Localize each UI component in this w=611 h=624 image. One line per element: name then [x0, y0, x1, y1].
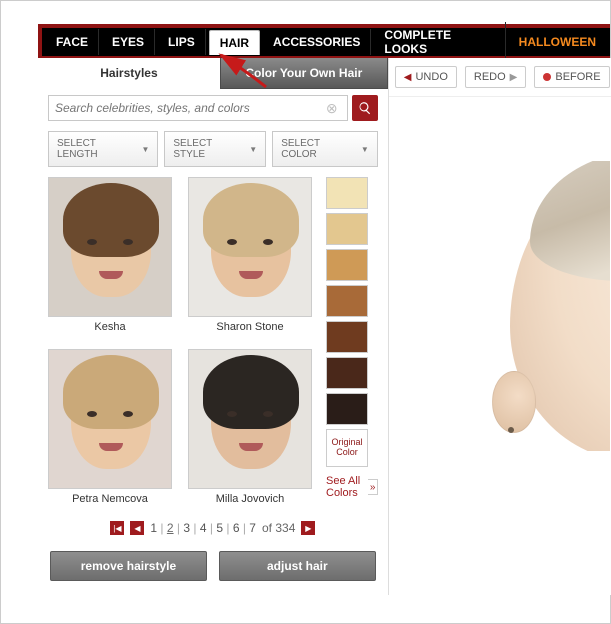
- search-clear-icon[interactable]: ⊗: [323, 100, 341, 117]
- thumbnail-caption: Petra Nemcova: [48, 493, 172, 505]
- preview-head: [490, 161, 610, 451]
- page-number[interactable]: 6: [233, 521, 240, 535]
- search-input[interactable]: ⊗: [48, 95, 348, 121]
- search-field[interactable]: [55, 101, 323, 115]
- see-all-colors[interactable]: See All Colors »: [326, 475, 378, 499]
- tab-accessories[interactable]: ACCESSORIES: [263, 29, 371, 55]
- redo-button[interactable]: REDO▶: [465, 66, 526, 88]
- thumbnail-caption: Sharon Stone: [188, 321, 312, 333]
- subtab-hairstyles[interactable]: Hairstyles: [38, 58, 220, 89]
- chevron-down-icon: ▼: [141, 145, 149, 154]
- page-number[interactable]: 4: [200, 521, 207, 535]
- color-swatch[interactable]: [326, 357, 368, 389]
- select-style[interactable]: SELECT STYLE▼: [164, 131, 266, 167]
- select-length[interactable]: SELECT LENGTH▼: [48, 131, 158, 167]
- color-swatch[interactable]: [326, 393, 368, 425]
- thumbnail-caption: Kesha: [48, 321, 172, 333]
- tab-complete-looks[interactable]: COMPLETE LOOKS: [374, 22, 505, 62]
- chevron-down-icon: ▼: [361, 145, 369, 154]
- color-swatch[interactable]: [326, 177, 368, 209]
- chevron-left-icon: ◀: [404, 72, 412, 83]
- subtab-color-your-own[interactable]: Color Your Own Hair: [220, 58, 388, 89]
- color-swatch[interactable]: [326, 249, 368, 281]
- adjust-hair-button[interactable]: adjust hair: [219, 551, 376, 581]
- color-swatch[interactable]: [326, 285, 368, 317]
- chevron-right-icon: ▶: [510, 72, 518, 83]
- select-color[interactable]: SELECT COLOR▼: [272, 131, 378, 167]
- page-first[interactable]: |◀: [110, 521, 124, 535]
- undo-button[interactable]: ◀UNDO: [395, 66, 457, 88]
- chevron-down-icon: ▼: [249, 145, 257, 154]
- page-next[interactable]: ▶: [301, 521, 315, 535]
- hairstyle-thumbnail[interactable]: Sharon Stone: [188, 177, 312, 333]
- tab-lips[interactable]: LIPS: [158, 29, 206, 55]
- arrow-right-icon: »: [368, 479, 377, 495]
- page-number[interactable]: 7: [249, 521, 256, 535]
- page-number[interactable]: 2: [167, 521, 174, 535]
- search-button[interactable]: [352, 95, 378, 121]
- thumbnail-caption: Milla Jovovich: [188, 493, 312, 505]
- before-toggle[interactable]: BEFORE: [534, 66, 609, 88]
- tab-eyes[interactable]: EYES: [102, 29, 155, 55]
- color-swatch[interactable]: [326, 213, 368, 245]
- original-color[interactable]: Original Color: [326, 429, 368, 467]
- tab-face[interactable]: FACE: [46, 29, 99, 55]
- category-tabs: FACE EYES LIPS HAIR ACCESSORIES COMPLETE…: [42, 28, 610, 56]
- color-swatch[interactable]: [326, 321, 368, 353]
- tab-hair[interactable]: HAIR: [209, 30, 260, 55]
- tab-halloween[interactable]: HALLOWEEN: [509, 29, 606, 55]
- compare-dot-icon: [543, 73, 551, 81]
- remove-hairstyle-button[interactable]: remove hairstyle: [50, 551, 207, 581]
- pagination: |◀ ◀ 1 | 2 | 3 | 4 | 5 | 6 | 7 of 334 ▶: [38, 505, 388, 543]
- page-prev[interactable]: ◀: [130, 521, 144, 535]
- hairstyle-thumbnail[interactable]: Milla Jovovich: [188, 349, 312, 505]
- page-number[interactable]: 5: [216, 521, 223, 535]
- search-icon: [358, 101, 372, 115]
- hairstyle-thumbnail[interactable]: Kesha: [48, 177, 172, 333]
- hairstyle-thumbnail[interactable]: Petra Nemcova: [48, 349, 172, 505]
